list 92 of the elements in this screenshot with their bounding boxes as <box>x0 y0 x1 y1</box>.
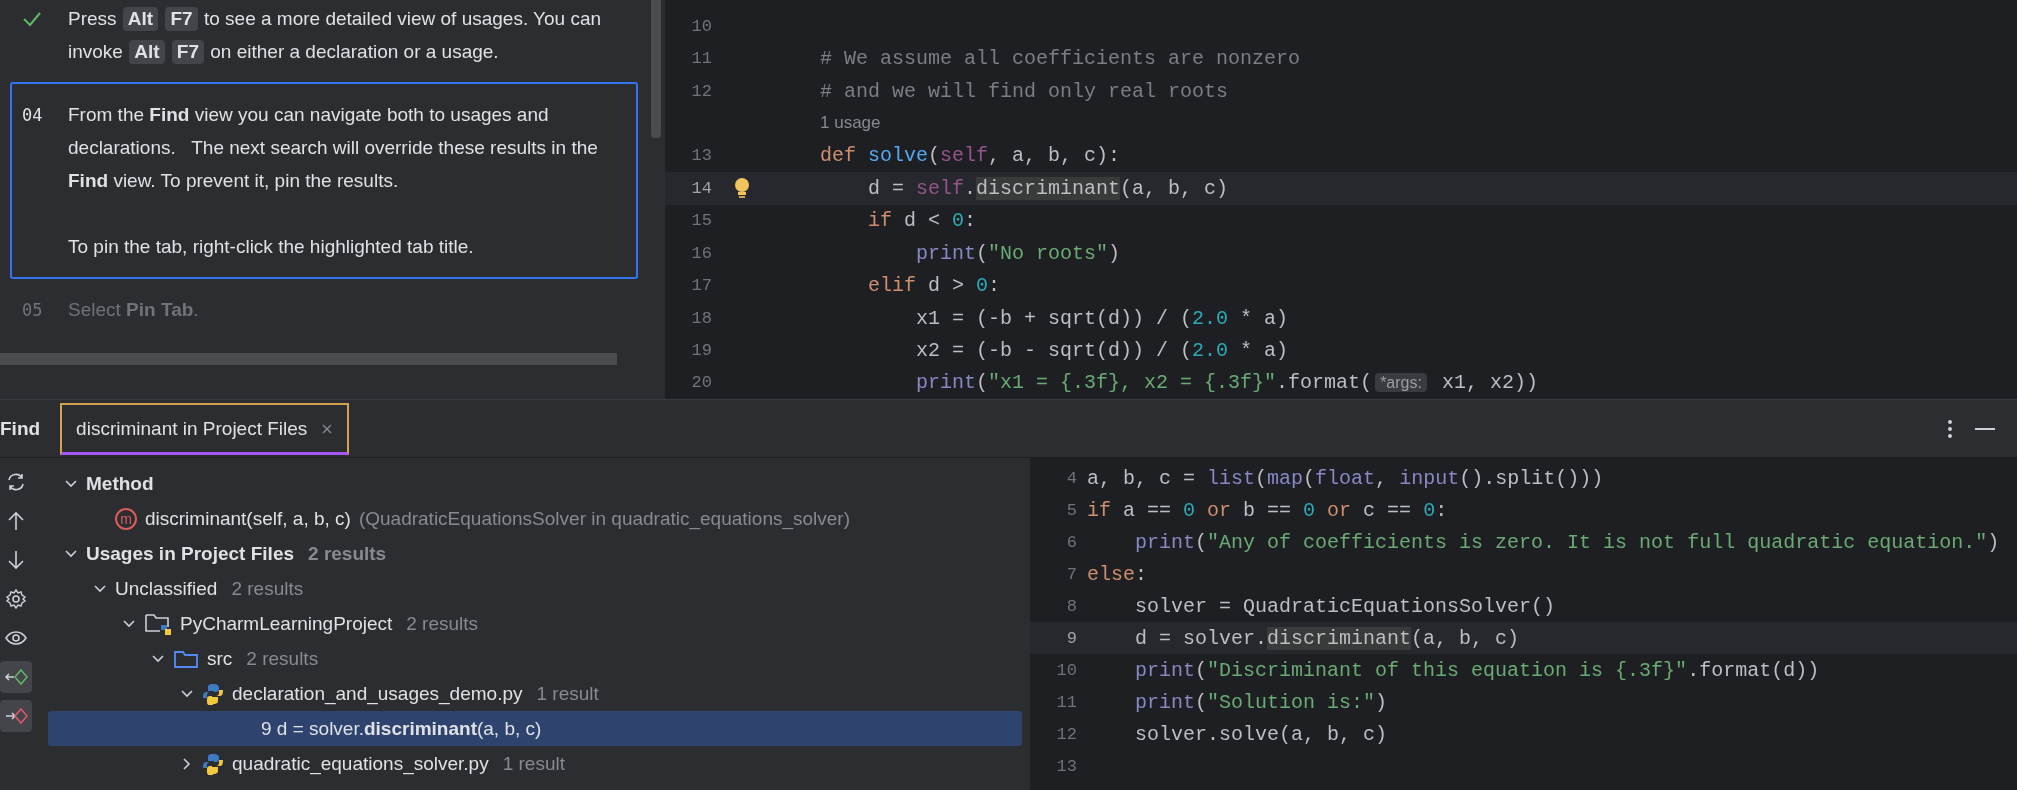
code-line: # and we will find only real roots <box>819 79 1229 103</box>
line-number: 5 <box>1065 500 1078 520</box>
code-line: d = self.discriminant(a, b, c) <box>867 176 1229 200</box>
result-count: 1 result <box>536 682 599 705</box>
refresh-icon[interactable] <box>5 471 27 493</box>
scrollbar[interactable] <box>651 0 661 138</box>
line-number: 6 <box>1065 532 1078 552</box>
code-line: else: <box>1087 562 1148 586</box>
line-number: 4 <box>1065 468 1078 488</box>
code-line: print("No roots") <box>915 241 1121 265</box>
settings-icon[interactable] <box>5 588 27 610</box>
tree-item[interactable]: quadratic_equations_solver.py <box>232 752 489 775</box>
line-number: 8 <box>1065 596 1078 616</box>
method-icon: m <box>115 507 137 530</box>
key-cap: F7 <box>165 7 198 31</box>
selected-row[interactable]: 9 d = solver.discriminant(a, b, c) <box>48 711 1022 746</box>
tree-item[interactable]: src <box>207 647 233 670</box>
toggle-button[interactable] <box>0 700 32 732</box>
tree-item[interactable]: declaration_and_usages_demo.py <box>232 682 523 705</box>
key-cap: Alt <box>122 7 159 31</box>
folder-icon <box>173 648 199 669</box>
python-file-icon <box>202 752 224 775</box>
result-count: 2 results <box>308 542 387 565</box>
tree-item[interactable]: Method <box>86 472 154 495</box>
line-number: 16 <box>690 243 712 263</box>
line-number: 17 <box>690 276 712 296</box>
line-number: 13 <box>690 146 712 166</box>
instruction-text: invoke <box>68 41 123 62</box>
line-number: 15 <box>690 211 712 231</box>
toggle-button[interactable] <box>0 661 32 693</box>
more-options-icon[interactable] <box>1947 418 1953 439</box>
instruction-text: From the Find view you can navigate both to usages and declarations. The next search will override these results in the Find view. To prevent it, pin the results. <box>68 103 599 193</box>
line-number: 7 <box>1065 564 1078 584</box>
arrow-down-icon[interactable] <box>6 549 26 571</box>
scrollbar[interactable] <box>0 353 617 365</box>
instruction-text: to see a more detailed view of usages. You can <box>203 8 602 29</box>
panel-title: Find <box>0 417 41 440</box>
code-line: a, b, c = list(map(float, input().split())) <box>1087 466 1604 490</box>
python-file-icon <box>202 682 224 705</box>
line-number: 19 <box>690 340 712 360</box>
arrow-diamond-icon[interactable] <box>4 706 28 726</box>
tab[interactable]: discriminant in Project Files <box>60 403 350 455</box>
arrow-diamond-icon[interactable] <box>4 667 28 687</box>
usage-hint[interactable]: 1 usage <box>772 113 881 134</box>
result-count: 2 results <box>231 577 304 600</box>
eye-icon[interactable] <box>4 628 28 648</box>
tree-item[interactable]: PyCharmLearningProject <box>180 612 393 635</box>
line-number: 9 <box>1065 628 1078 648</box>
code-line: solver = QuadraticEquationsSolver() <box>1134 594 1556 618</box>
instruction-text: Press <box>68 8 117 29</box>
result-count: 2 results <box>246 647 319 670</box>
code-line: if a == 0 or b == 0 or c == 0: <box>1087 498 1448 522</box>
instruction-text: Select Pin Tab. <box>68 298 200 322</box>
code-line: x2 = (-b - sqrt(d)) / (2.0 * a) <box>915 338 1289 362</box>
project-folder-icon <box>144 611 172 636</box>
lightbulb-icon[interactable] <box>734 177 750 200</box>
step-number: 05 <box>22 299 43 320</box>
code-line: print("Any of coefficients is zero. It is not full quadratic equation.") <box>1134 530 2000 554</box>
code-line: d = solver.discriminant(a, b, c) <box>1134 626 1520 650</box>
instruction-text: To pin the tab, right-click the highlighted tab title. <box>68 235 475 259</box>
line-number: 14 <box>690 178 712 198</box>
tree-item[interactable]: Unclassified <box>115 577 218 600</box>
arrow-up-icon[interactable] <box>6 510 26 532</box>
code-line: def solve(self, a, b, c): <box>819 144 1121 168</box>
close-icon[interactable] <box>321 422 334 435</box>
line-number: 10 <box>690 16 712 36</box>
code-line: print("Solution is:") <box>1134 690 1388 714</box>
line-number: 12 <box>690 81 712 101</box>
line-number: 13 <box>1055 756 1078 776</box>
tree-item[interactable]: discriminant(self, a, b, c) <box>145 507 351 530</box>
step-number: 04 <box>22 104 43 125</box>
code-line: solver.solve(a, b, c) <box>1134 722 1388 746</box>
code-line: # We assume all coefficients are nonzero <box>819 47 1301 71</box>
method-location: (QuadraticEquationsSolver in quadratic_equations_solver) <box>358 507 851 530</box>
tree-item[interactable]: 9 d = solver.discriminant(a, b, c) <box>231 717 542 740</box>
line-number: 11 <box>690 49 712 69</box>
result-count: 1 result <box>502 752 565 775</box>
result-count: 2 results <box>406 612 479 635</box>
code-line: if d < 0: <box>867 209 977 233</box>
line-number: 20 <box>690 373 712 393</box>
line-number: 11 <box>1055 692 1078 712</box>
tree-item[interactable]: Usages in Project Files <box>86 542 295 565</box>
code-line: elif d > 0: <box>867 274 1001 298</box>
code-line: x1 = (-b + sqrt(d)) / (2.0 * a) <box>915 306 1289 330</box>
code-line: print("x1 = {.3f}, x2 = {.3f}".format( *args: x1, x2)) <box>915 371 1538 395</box>
key-cap: F7 <box>171 40 204 64</box>
key-cap: Alt <box>129 40 165 64</box>
line-number: 10 <box>1055 660 1078 680</box>
code-line: print("Discriminant of this equation is {.3f}".format(d)) <box>1134 658 1820 682</box>
instruction-text: on either a declaration or a usage. <box>210 41 499 62</box>
line-number: 12 <box>1055 724 1078 744</box>
line-number: 18 <box>690 308 712 328</box>
